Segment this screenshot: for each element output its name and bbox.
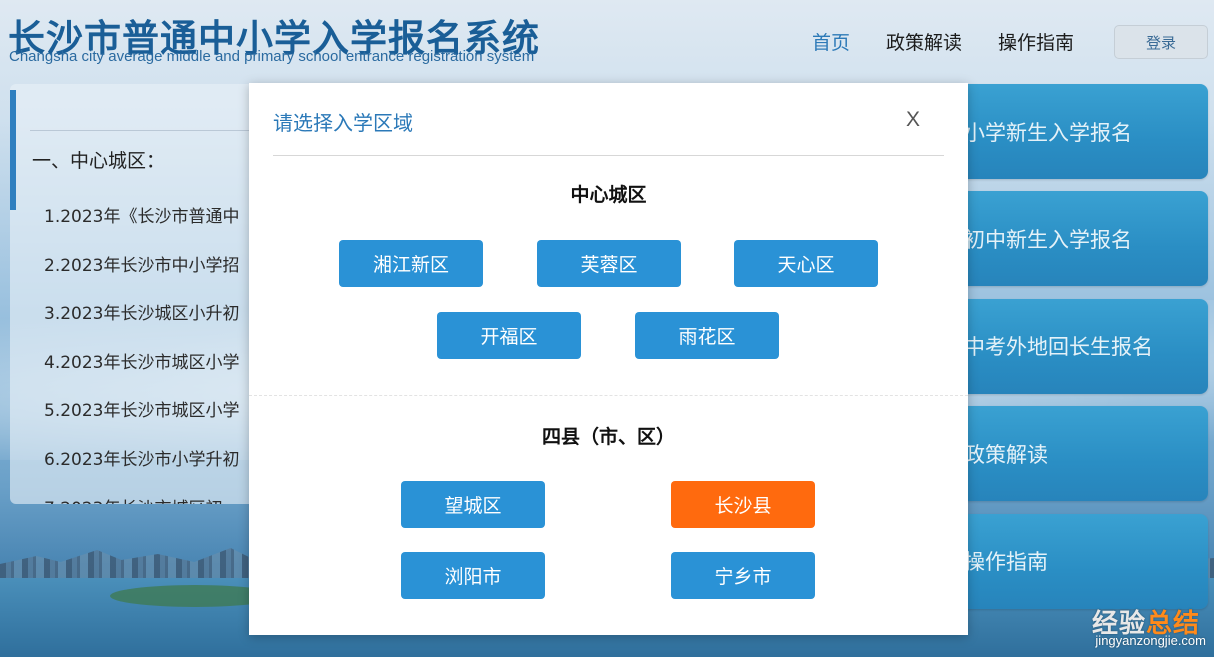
group-divider — [249, 395, 968, 396]
login-button[interactable]: 登录 — [1114, 25, 1208, 59]
group-title-central: 中心城区 — [570, 184, 647, 206]
region-button-changsha-county[interactable]: 长沙县 — [671, 481, 815, 528]
watermark-logo: 经验总结 jingyanzongjie.com — [1062, 603, 1212, 653]
news-item[interactable]: 2.2023年长沙市中小学招 — [44, 251, 239, 300]
news-item[interactable]: 6.2023年长沙市小学升初 — [44, 445, 239, 494]
news-item[interactable]: 4.2023年长沙市城区小学 — [44, 348, 239, 397]
news-item[interactable]: 5.2023年长沙市城区小学 — [44, 396, 239, 445]
news-item[interactable]: 7.2023年长沙市城区初 — [44, 494, 239, 504]
dialog-title: 请选择入学区域 — [273, 111, 413, 135]
site-subtitle: Changsha city average middle and primary… — [9, 48, 535, 65]
panel-divider — [30, 130, 260, 131]
nav-guide[interactable]: 操作指南 — [998, 28, 1074, 55]
region-button-wangcheng[interactable]: 望城区 — [401, 481, 545, 528]
menu-guide[interactable]: 操作指南 — [940, 513, 1208, 609]
menu-returnee-registration[interactable]: 中考外地回长生报名 — [940, 298, 1208, 394]
group-title-counties: 四县（市、区） — [541, 426, 675, 448]
service-menu: 小学新生入学报名 初中新生入学报名 中考外地回长生报名 政策解读 操作指南 — [940, 84, 1208, 621]
close-button[interactable]: X — [899, 105, 927, 135]
news-item[interactable]: 1.2023年《长沙市普通中 — [44, 202, 239, 251]
menu-primary-registration[interactable]: 小学新生入学报名 — [940, 84, 1208, 179]
dialog-divider — [273, 155, 944, 156]
region-button-liuyang[interactable]: 浏阳市 — [401, 552, 545, 599]
panel-accent-bar — [10, 90, 16, 210]
menu-junior-registration[interactable]: 初中新生入学报名 — [940, 191, 1208, 287]
region-button-furong[interactable]: 芙蓉区 — [537, 240, 681, 287]
news-section-heading: 一、中心城区： — [32, 150, 166, 172]
news-list: 1.2023年《长沙市普通中 2.2023年长沙市中小学招 3.2023年长沙城… — [44, 202, 239, 504]
watermark-url: jingyanzongjie.com — [1095, 633, 1206, 648]
top-nav: 首页 政策解读 操作指南 — [812, 28, 1074, 55]
region-button-kaifu[interactable]: 开福区 — [437, 312, 581, 359]
region-button-yuhua[interactable]: 雨花区 — [635, 312, 779, 359]
region-button-ningxiang[interactable]: 宁乡市 — [671, 552, 815, 599]
menu-policy[interactable]: 政策解读 — [940, 406, 1208, 502]
region-select-dialog: 请选择入学区域 X 中心城区 湘江新区 芙蓉区 天心区 开福区 雨花区 四县（市… — [249, 83, 968, 635]
region-button-xiangjiang[interactable]: 湘江新区 — [339, 240, 483, 287]
region-button-tianxin[interactable]: 天心区 — [734, 240, 878, 287]
site-header: 长沙市普通中小学入学报名系统 Changsha city average mid… — [0, 0, 1214, 80]
nav-home[interactable]: 首页 — [812, 28, 850, 55]
news-panel: 一、中心城区： 1.2023年《长沙市普通中 2.2023年长沙市中小学招 3.… — [10, 84, 260, 504]
nav-policy[interactable]: 政策解读 — [886, 28, 962, 55]
news-item[interactable]: 3.2023年长沙城区小升初 — [44, 299, 239, 348]
